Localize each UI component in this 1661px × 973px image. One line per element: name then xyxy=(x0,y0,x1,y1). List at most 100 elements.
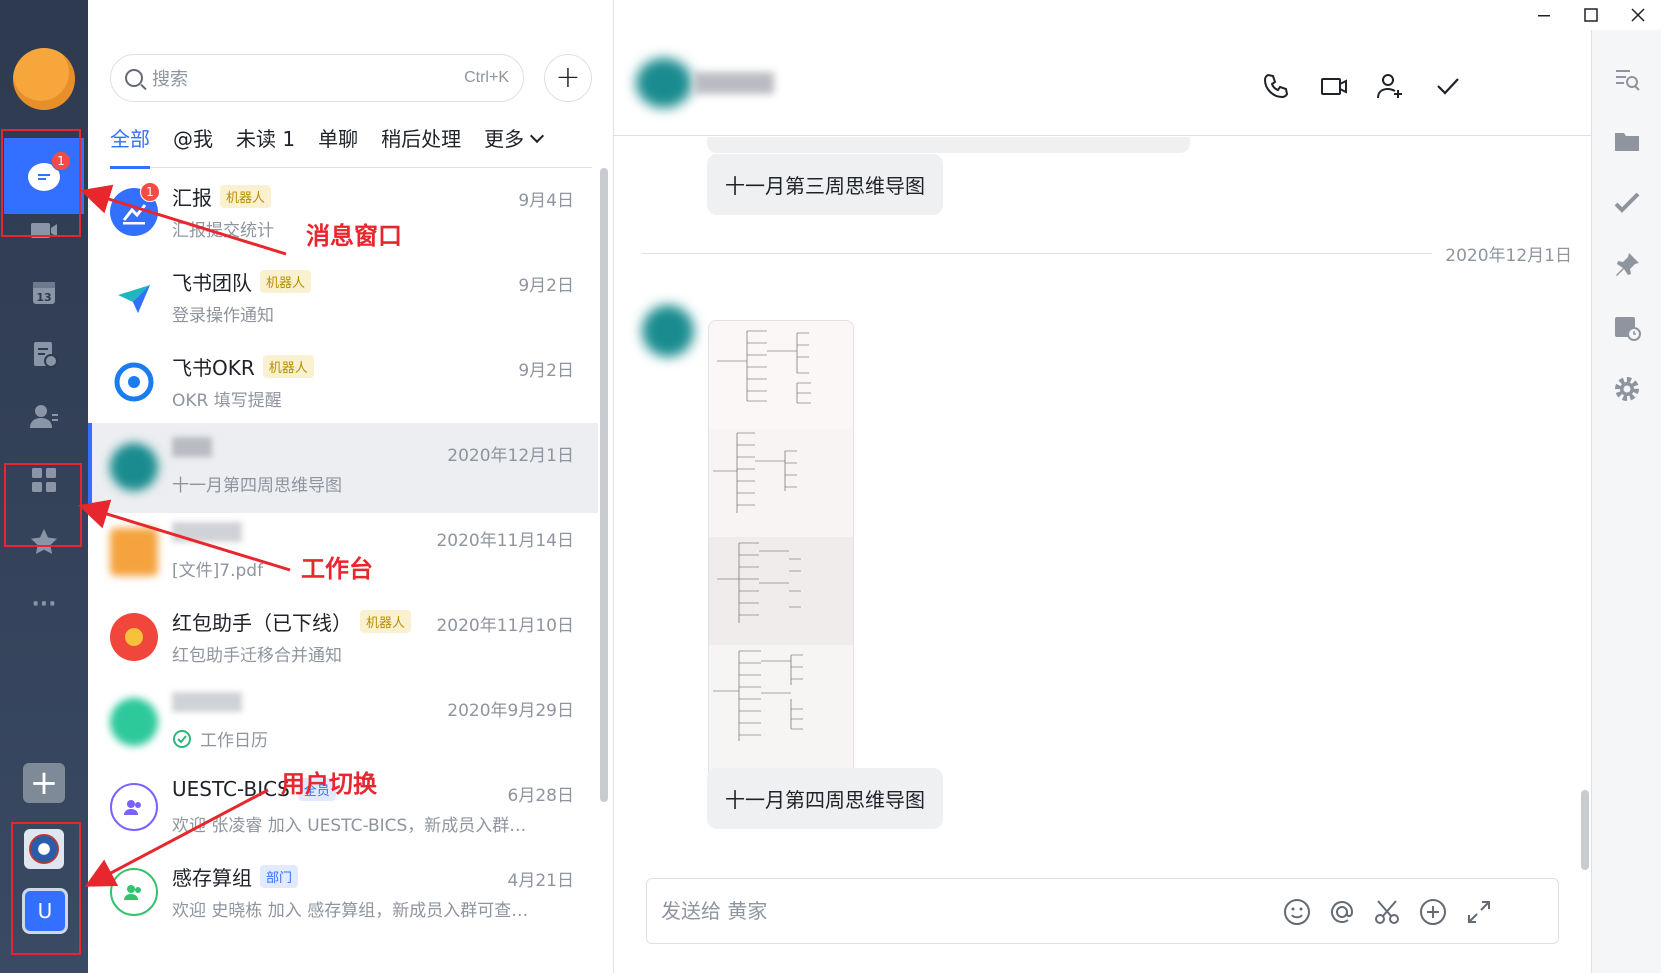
schedule-button[interactable] xyxy=(1608,308,1646,346)
search-bar[interactable]: 搜索 Ctrl+K xyxy=(110,54,524,102)
plus-circle-icon xyxy=(1420,899,1446,925)
search-shortcut: Ctrl+K xyxy=(464,69,509,86)
chat-contact-avatar[interactable] xyxy=(636,58,692,108)
new-chat-button[interactable]: + xyxy=(544,54,592,102)
conversation-preview-row: 工作日历 xyxy=(172,726,268,751)
right-tool-rail xyxy=(1591,30,1661,973)
mindmap-image-message[interactable] xyxy=(708,320,854,804)
message-input[interactable] xyxy=(661,889,1261,933)
bot-tag: 机器人 xyxy=(360,610,412,633)
search-input[interactable]: 搜索 xyxy=(152,65,464,91)
conversation-time: 9月2日 xyxy=(518,361,574,381)
nav-more[interactable]: ··· xyxy=(0,574,88,634)
conversation-preview: 十一月第四周思维导图 xyxy=(172,476,342,496)
minimize-button[interactable] xyxy=(1521,0,1567,30)
conversation-name-redacted xyxy=(172,437,212,457)
nav-contacts[interactable] xyxy=(0,386,88,446)
coin-icon xyxy=(125,628,143,646)
annotation-box-messages xyxy=(1,129,81,237)
conversation-name: 飞书团队 xyxy=(172,271,252,295)
conversation-name: 飞书OKR xyxy=(172,356,255,380)
contacts-icon xyxy=(30,405,58,428)
chat-settings-button[interactable] xyxy=(1608,370,1646,408)
video-call-button[interactable] xyxy=(1314,66,1354,106)
conversation-item[interactable]: 飞书团队 机器人 登录操作通知 9月2日 xyxy=(88,253,598,343)
maximize-button[interactable] xyxy=(1568,0,1614,30)
mention-button[interactable] xyxy=(1324,894,1360,930)
check-circle-icon xyxy=(173,729,191,748)
paper-plane-icon xyxy=(118,285,150,313)
conversation-name: 感存算组 xyxy=(172,866,252,890)
conversation-item[interactable]: 感存算组 部门 欢迎 史晓栋 加入 感存算组，新成员入群可查… 4月21日 xyxy=(88,848,598,938)
tab-unread[interactable]: 未读 1 xyxy=(236,122,295,168)
search-history-icon xyxy=(1616,70,1640,91)
add-workspace-button[interactable]: + xyxy=(23,763,65,803)
minimize-icon xyxy=(1538,15,1550,17)
pencil-check-icon xyxy=(1614,192,1640,213)
conversation-item[interactable]: 红包助手（已下线） 机器人 红包助手迁移合并通知 2020年11月10日 xyxy=(88,593,598,683)
conversation-name-redacted xyxy=(172,692,242,712)
conversation-item[interactable]: 飞书OKR 机器人 OKR 填写提醒 9月2日 xyxy=(88,338,598,428)
bot-tag: 机器人 xyxy=(220,185,272,208)
more-attachments-button[interactable] xyxy=(1415,894,1451,930)
message-bubble[interactable]: 十一月第三周思维导图 xyxy=(707,154,943,215)
tab-later[interactable]: 稍后处理 xyxy=(381,122,461,168)
approval-icon xyxy=(34,342,58,368)
contact-avatar xyxy=(110,698,158,746)
screenshot-button[interactable] xyxy=(1369,894,1405,930)
conversation-item-selected[interactable]: 十一月第四周思维导图 2020年12月1日 xyxy=(88,423,598,513)
feishu-team-avatar xyxy=(110,273,158,321)
tab-all[interactable]: 全部 xyxy=(110,122,150,169)
annotation-label-messages: 消息窗口 xyxy=(306,222,402,250)
tab-mentions[interactable]: @我 xyxy=(173,122,213,168)
mark-done-button[interactable] xyxy=(1428,66,1468,106)
emoji-button[interactable] xyxy=(1279,894,1315,930)
unread-badge: 1 xyxy=(140,182,160,202)
department-tag: 部门 xyxy=(260,865,299,888)
conversation-preview: 欢迎 张凌睿 加入 UESTC-BICS，新成员入群… xyxy=(172,816,527,836)
annotation-box-workbench xyxy=(4,463,82,547)
tab-more[interactable]: 更多 xyxy=(484,122,542,168)
add-user-icon xyxy=(1377,74,1402,99)
mindmap-thumbnail xyxy=(709,321,853,803)
close-button[interactable] xyxy=(1615,0,1661,30)
emoji-icon xyxy=(1284,899,1310,925)
voice-call-button[interactable] xyxy=(1256,66,1296,106)
message-area: 十一月第三周思维导图 2020年12月1日 十一月第四周思维导图 xyxy=(614,137,1591,865)
conversation-time: 2020年11月14日 xyxy=(436,531,574,551)
tasks-button[interactable] xyxy=(1608,184,1646,222)
add-member-button[interactable] xyxy=(1370,66,1410,106)
annotation-label-workbench: 工作台 xyxy=(301,555,373,583)
svg-text:13: 13 xyxy=(36,291,51,304)
expand-composer-button[interactable] xyxy=(1461,894,1497,930)
message-bubble[interactable]: 十一月第四周思维导图 xyxy=(707,768,943,829)
pinned-button[interactable] xyxy=(1608,246,1646,284)
profile-avatar[interactable] xyxy=(13,48,75,110)
red-packet-avatar xyxy=(110,613,158,661)
annotation-box-user-switch xyxy=(11,822,81,955)
phone-icon xyxy=(1263,73,1289,99)
conversation-name: 汇报 xyxy=(172,186,212,210)
sender-avatar[interactable] xyxy=(642,305,694,357)
conversation-list-scrollbar[interactable] xyxy=(600,168,608,802)
conversation-preview: OKR 填写提醒 xyxy=(172,391,282,411)
bot-tag: 机器人 xyxy=(260,270,312,293)
search-icon xyxy=(125,69,143,87)
expand-icon xyxy=(1468,901,1490,923)
conversation-time: 4月21日 xyxy=(507,871,574,891)
message-composer xyxy=(646,878,1559,944)
message-area-scrollbar[interactable] xyxy=(1581,790,1589,870)
search-history-button[interactable] xyxy=(1608,60,1646,98)
conversation-preview: 欢迎 史晓栋 加入 感存算组，新成员入群可查… xyxy=(172,901,529,921)
conversation-preview: [文件]7.pdf xyxy=(172,561,264,581)
date-separator: 2020年12月1日 xyxy=(642,241,1572,266)
tab-direct[interactable]: 单聊 xyxy=(318,122,358,168)
maximize-icon xyxy=(1584,8,1598,22)
files-button[interactable] xyxy=(1608,122,1646,160)
group-avatar xyxy=(110,783,158,831)
conversation-name-redacted xyxy=(172,522,242,542)
okr-target-icon xyxy=(114,362,154,402)
nav-approval[interactable] xyxy=(0,324,88,384)
conversation-item[interactable]: 工作日历 2020年9月29日 xyxy=(88,678,598,768)
nav-calendar[interactable]: 13 xyxy=(0,262,88,322)
